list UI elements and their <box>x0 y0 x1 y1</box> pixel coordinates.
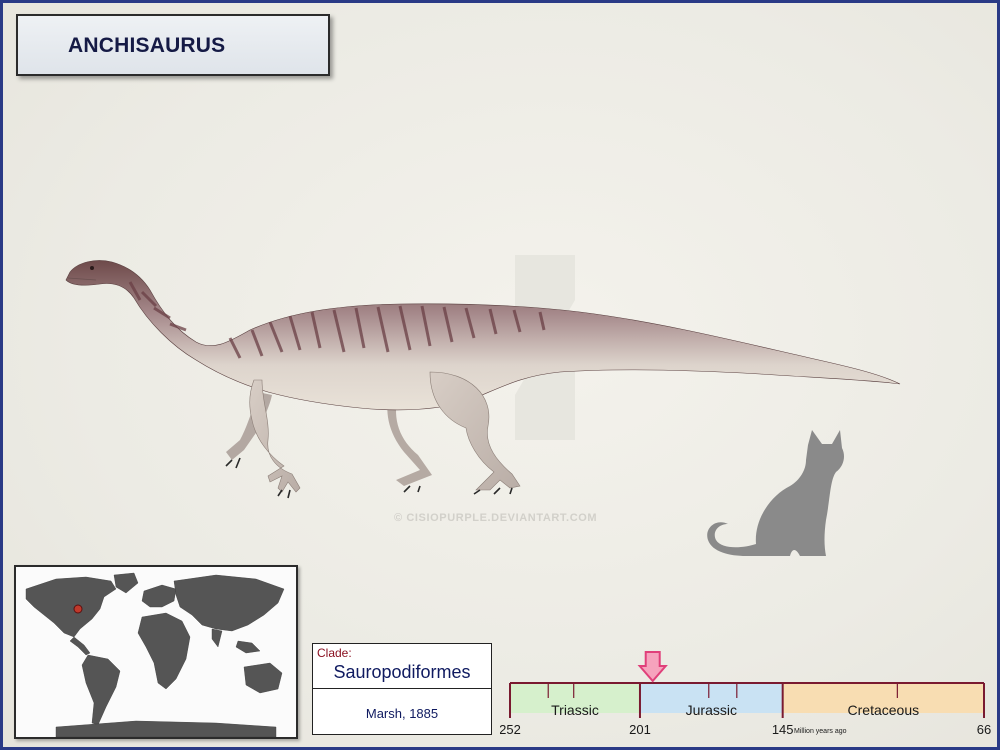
period-label-triassic: Triassic <box>551 702 599 718</box>
cat-silhouette-icon <box>707 430 844 556</box>
period-label-jurassic: Jurassic <box>686 702 737 718</box>
timeline-unit-label: Million years ago <box>794 728 847 735</box>
anchisaurus-illustration <box>65 260 901 499</box>
period-label-cretaceous: Cretaceous <box>848 702 920 718</box>
clade-divider <box>313 688 491 689</box>
world-map-box <box>14 565 298 739</box>
timeline-tick-label: 145 <box>772 722 794 737</box>
watermark-text: © CISIOPURPLE.DEVIANTART.COM <box>394 512 598 524</box>
time-marker-arrow-icon <box>637 651 668 683</box>
clade-box: Clade: Sauropodiformes Marsh, 1885 <box>312 643 492 735</box>
geologic-timeline: Triassic Jurassic Cretaceous 252 201 145 66 M… <box>500 651 991 737</box>
timeline-tick-label: 201 <box>629 722 651 737</box>
fossil-location-marker <box>73 604 83 614</box>
world-map-icon <box>25 572 285 737</box>
timeline-tick-label: 252 <box>500 722 521 737</box>
clade-name: Sauropodiformes <box>333 662 471 682</box>
clade-label: Clade: <box>317 646 352 660</box>
timeline-tick-label: 66 <box>977 722 991 737</box>
clade-author: Marsh, 1885 <box>365 706 439 721</box>
